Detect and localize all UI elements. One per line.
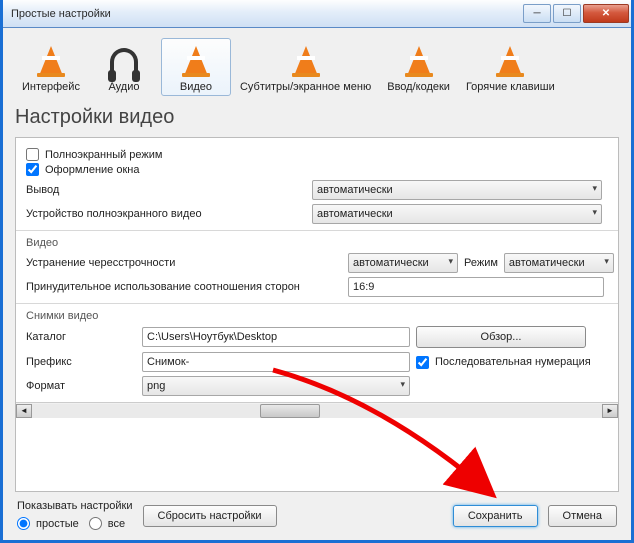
simple-radio-label: простые	[36, 518, 79, 530]
prefix-label: Префикс	[26, 356, 136, 368]
cancel-button[interactable]: Отмена	[548, 505, 617, 527]
sequential-checkbox[interactable]	[416, 356, 429, 369]
tab-video[interactable]: Видео	[161, 38, 231, 96]
page-title: Настройки видео	[15, 106, 619, 129]
cone-icon	[407, 46, 431, 76]
mode-select[interactable]: автоматически	[504, 253, 614, 273]
tab-label: Субтитры/экранное меню	[240, 81, 371, 93]
tab-interface[interactable]: Интерфейс	[15, 38, 87, 96]
format-select[interactable]: png	[142, 376, 410, 396]
window-decor-label: Оформление окна	[45, 164, 139, 176]
simple-radio[interactable]	[17, 517, 30, 530]
footer: Показывать настройки простые все Сбросит…	[15, 492, 619, 532]
tab-audio[interactable]: Аудио	[89, 38, 159, 96]
mode-label: Режим	[464, 257, 498, 269]
tab-hotkeys[interactable]: Горячие клавиши	[459, 38, 562, 96]
tab-label: Аудио	[96, 81, 152, 93]
minimize-button[interactable]: ─	[523, 4, 551, 23]
divider	[16, 230, 618, 231]
show-settings-label: Показывать настройки	[17, 500, 133, 512]
content-area: Интерфейс Аудио Видео Субтитры/экранное …	[3, 28, 631, 540]
deinterlace-label: Устранение чересстрочности	[26, 257, 342, 269]
close-button[interactable]: ✕	[583, 4, 629, 23]
all-radio-label: все	[108, 518, 125, 530]
tab-input-codecs[interactable]: Ввод/кодеки	[380, 38, 457, 96]
prefix-input[interactable]	[142, 352, 410, 372]
maximize-button[interactable]: ☐	[553, 4, 581, 23]
aspect-label: Принудительное использование соотношения…	[26, 281, 342, 293]
cone-icon	[498, 46, 522, 76]
fsdev-label: Устройство полноэкранного видео	[26, 208, 306, 220]
tab-subtitles[interactable]: Субтитры/экранное меню	[233, 38, 378, 96]
snapshot-group-label: Снимки видео	[26, 310, 608, 322]
tab-label: Видео	[168, 81, 224, 93]
aspect-input[interactable]	[348, 277, 604, 297]
scroll-right-icon[interactable]: ►	[602, 404, 618, 418]
scroll-thumb[interactable]	[260, 404, 320, 418]
settings-panel: Полноэкранный режим Оформление окна Выво…	[15, 137, 619, 492]
cone-icon	[294, 46, 318, 76]
fsdev-select[interactable]: автоматически	[312, 204, 602, 224]
headphones-icon	[110, 48, 138, 74]
horizontal-scrollbar[interactable]: ◄ ►	[16, 402, 618, 418]
cone-icon	[184, 46, 208, 76]
output-label: Вывод	[26, 184, 306, 196]
all-radio[interactable]	[89, 517, 102, 530]
fullscreen-label: Полноэкранный режим	[45, 149, 163, 161]
sequential-label: Последовательная нумерация	[435, 356, 591, 368]
video-group-label: Видео	[26, 237, 608, 249]
deinterlace-select[interactable]: автоматически	[348, 253, 458, 273]
tab-label: Горячие клавиши	[466, 81, 555, 93]
tab-label: Ввод/кодеки	[387, 81, 450, 93]
output-select[interactable]: автоматически	[312, 180, 602, 200]
window-buttons: ─ ☐ ✕	[523, 4, 629, 23]
divider	[16, 303, 618, 304]
cone-icon	[39, 46, 63, 76]
titlebar: Простые настройки ─ ☐ ✕	[3, 0, 631, 28]
reset-button[interactable]: Сбросить настройки	[143, 505, 277, 527]
window-decor-checkbox[interactable]	[26, 163, 39, 176]
directory-input[interactable]	[142, 327, 410, 347]
window-title: Простые настройки	[11, 8, 523, 20]
category-tabs: Интерфейс Аудио Видео Субтитры/экранное …	[15, 38, 619, 96]
scroll-left-icon[interactable]: ◄	[16, 404, 32, 418]
browse-button[interactable]: Обзор...	[416, 326, 586, 348]
fullscreen-checkbox[interactable]	[26, 148, 39, 161]
directory-label: Каталог	[26, 331, 136, 343]
format-label: Формат	[26, 380, 136, 392]
save-button[interactable]: Сохранить	[453, 505, 538, 527]
tab-label: Интерфейс	[22, 81, 80, 93]
